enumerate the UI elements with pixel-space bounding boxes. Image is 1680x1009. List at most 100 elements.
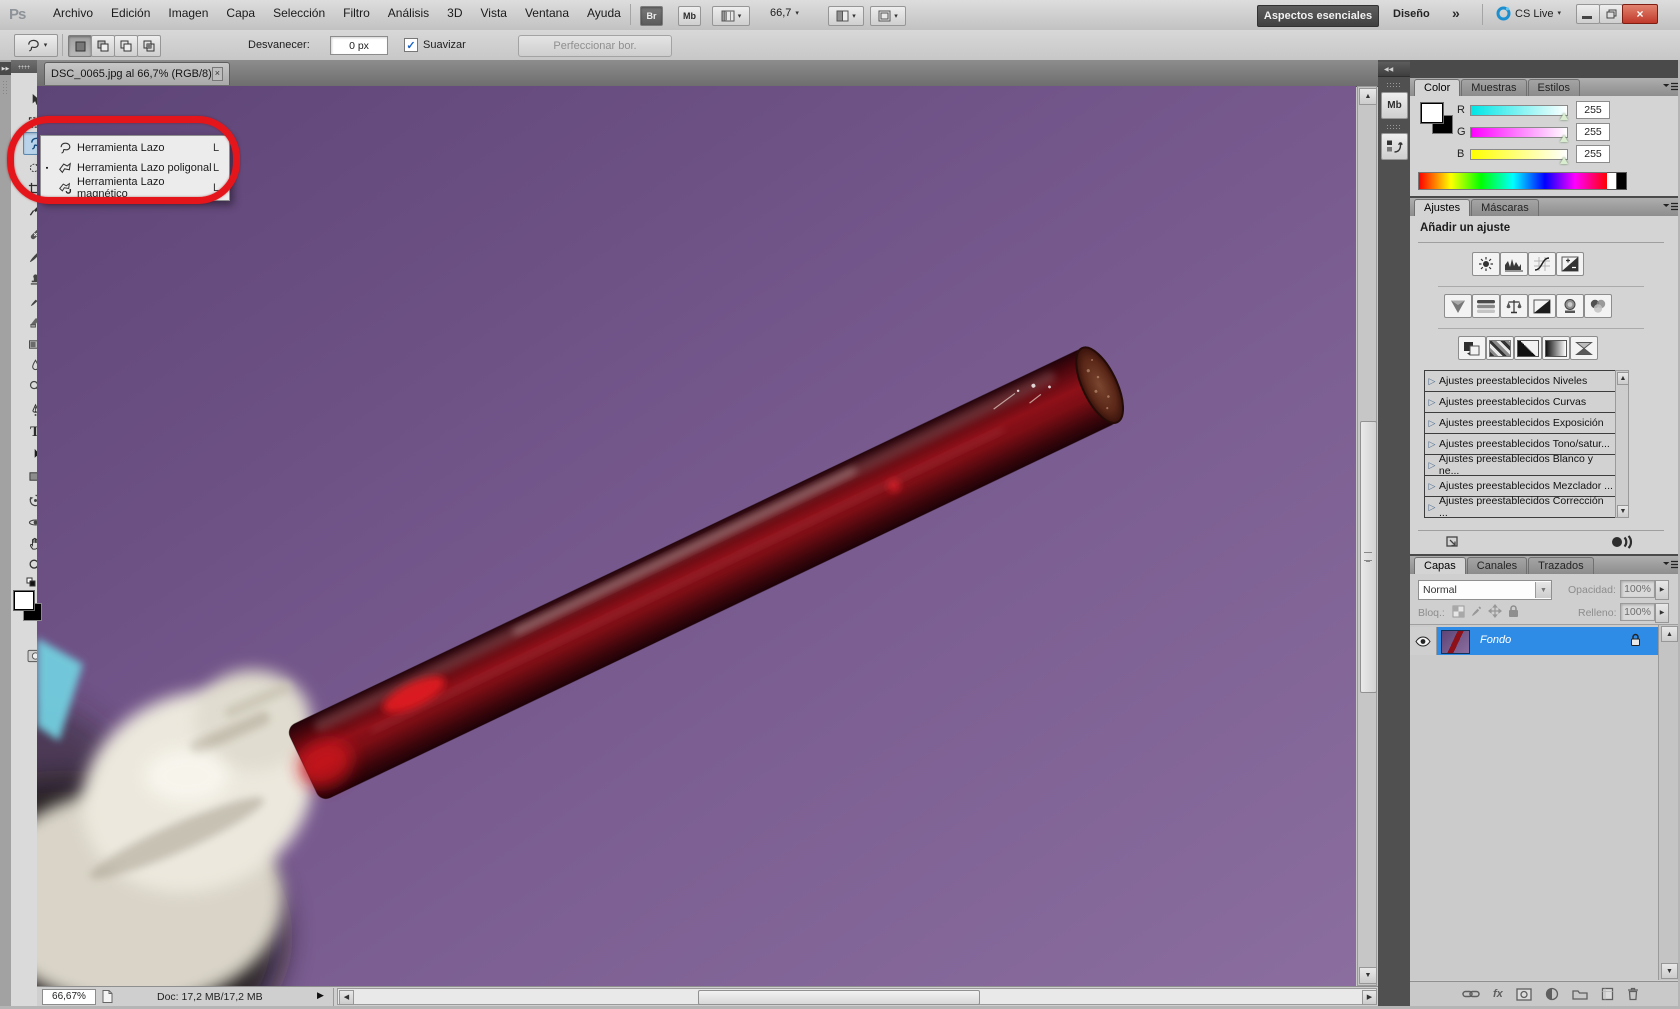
preset-tono[interactable]: ▷ Ajustes preestablecidos Tono/satur... bbox=[1425, 434, 1615, 455]
tab-estilos[interactable]: Estilos bbox=[1527, 79, 1580, 96]
selection-mode-intersect[interactable] bbox=[137, 35, 161, 57]
adjustment-selective-color[interactable] bbox=[1570, 336, 1598, 360]
expander-icon[interactable]: ▷ bbox=[1425, 376, 1439, 387]
tab-canales[interactable]: Canales bbox=[1466, 557, 1528, 574]
channel-b-slider-thumb[interactable] bbox=[1560, 157, 1568, 164]
channel-r-slider[interactable] bbox=[1470, 105, 1568, 116]
channel-b-value[interactable]: 255 bbox=[1576, 145, 1610, 163]
expander-icon[interactable]: ▷ bbox=[1425, 439, 1439, 450]
status-flyout-arrow[interactable]: ▶ bbox=[317, 990, 324, 1001]
panel-menu-icon[interactable] bbox=[1663, 560, 1678, 570]
channel-r-slider-thumb[interactable] bbox=[1560, 113, 1568, 120]
tab-capas[interactable]: Capas bbox=[1414, 557, 1466, 574]
layer-thumbnail[interactable] bbox=[1441, 630, 1470, 654]
screen-mode-button[interactable]: ▾ bbox=[870, 6, 906, 26]
workspace-secondary-button[interactable]: Diseño bbox=[1393, 8, 1430, 20]
presets-scrollbar[interactable]: ▲ ▼ bbox=[1615, 370, 1629, 518]
zoom-level-control[interactable]: 66,7 ▾ bbox=[770, 7, 799, 19]
menu-analisis[interactable]: Análisis bbox=[379, 5, 438, 21]
selection-mode-add[interactable] bbox=[91, 35, 115, 57]
tool-preset-picker[interactable]: ▾ bbox=[14, 34, 58, 57]
delete-layer-icon[interactable] bbox=[1627, 987, 1639, 1001]
adjustment-threshold[interactable] bbox=[1514, 336, 1542, 360]
foreground-color-swatch[interactable] bbox=[13, 590, 35, 611]
menu-seleccion[interactable]: Selección bbox=[264, 5, 334, 21]
preset-blanco[interactable]: ▷ Ajustes preestablecidos Blanco y ne... bbox=[1425, 453, 1615, 477]
preset-mezclador[interactable]: ▷ Ajustes preestablecidos Mezclador ... bbox=[1425, 476, 1615, 497]
lock-pixels-icon[interactable] bbox=[1470, 604, 1484, 618]
mini-bridge-panel-button[interactable]: Mb bbox=[1381, 92, 1408, 119]
adjustment-brightness-contrast[interactable] bbox=[1472, 252, 1500, 276]
vscroll-thumb[interactable] bbox=[1360, 421, 1377, 693]
scroll-up-button[interactable]: ▲ bbox=[1359, 88, 1377, 105]
restore-button[interactable] bbox=[1599, 4, 1623, 24]
preset-exposicion[interactable]: ▷ Ajustes preestablecidos Exposición bbox=[1425, 413, 1615, 434]
expander-icon[interactable]: ▷ bbox=[1425, 481, 1439, 492]
panel-menu-icon[interactable] bbox=[1663, 82, 1678, 92]
tab-close-button[interactable]: × bbox=[211, 67, 223, 81]
spectrum-black-swatch[interactable] bbox=[1617, 172, 1627, 190]
adjustment-hue-saturation[interactable] bbox=[1472, 294, 1500, 318]
lock-position-icon[interactable] bbox=[1488, 604, 1502, 618]
cs-live-button[interactable]: CS Live ▾ bbox=[1496, 6, 1561, 21]
launch-mini-bridge-button[interactable]: Mb bbox=[678, 6, 701, 26]
panel-menu-icon[interactable] bbox=[1663, 202, 1678, 212]
menu-3d[interactable]: 3D bbox=[438, 5, 471, 21]
expander-icon[interactable]: ▷ bbox=[1425, 460, 1439, 471]
new-adjustment-layer-icon[interactable] bbox=[1545, 987, 1559, 1001]
menu-capa[interactable]: Capa bbox=[217, 5, 264, 21]
adjustment-levels[interactable] bbox=[1500, 252, 1528, 276]
adjustment-color-balance[interactable] bbox=[1500, 294, 1528, 318]
preset-niveles[interactable]: ▷ Ajustes preestablecidos Niveles bbox=[1425, 371, 1615, 392]
adjustment-vibrance[interactable] bbox=[1444, 294, 1472, 318]
blend-mode-select[interactable]: Normal ▼ bbox=[1418, 580, 1552, 600]
scroll-down-button[interactable]: ▼ bbox=[1617, 505, 1629, 518]
preset-correccion[interactable]: ▷ Ajustes preestablecidos Corrección ... bbox=[1425, 495, 1615, 519]
lock-transparency-icon[interactable] bbox=[1452, 605, 1465, 618]
canvas-image[interactable] bbox=[37, 86, 1356, 986]
link-layers-icon[interactable] bbox=[1462, 989, 1480, 999]
feather-input[interactable]: 0 px bbox=[330, 36, 388, 55]
adjustment-exposure[interactable] bbox=[1556, 252, 1584, 276]
opacity-spinner[interactable]: ▶ bbox=[1655, 580, 1669, 600]
minimize-button[interactable] bbox=[1576, 4, 1600, 24]
selection-mode-subtract[interactable] bbox=[114, 35, 138, 57]
adjustment-black-white[interactable] bbox=[1528, 294, 1556, 318]
clip-to-layer-button[interactable] bbox=[1610, 534, 1634, 555]
menu-vista[interactable]: Vista bbox=[472, 5, 516, 21]
tab-muestras[interactable]: Muestras bbox=[1461, 79, 1527, 96]
close-button[interactable]: × bbox=[1622, 4, 1658, 24]
adjustment-curves[interactable] bbox=[1528, 252, 1556, 276]
adjustment-gradient-map[interactable] bbox=[1542, 336, 1570, 360]
scroll-up-button[interactable]: ▲ bbox=[1617, 372, 1629, 385]
expanded-view-button[interactable] bbox=[1446, 536, 1462, 555]
adjustment-channel-mixer[interactable] bbox=[1584, 294, 1612, 318]
spectrum-white-swatch[interactable] bbox=[1607, 172, 1617, 190]
layer-row-fondo[interactable]: Fondo bbox=[1410, 627, 1658, 655]
tab-color[interactable]: Color bbox=[1414, 79, 1461, 96]
refine-edge-button[interactable]: Perfeccionar bor. bbox=[518, 35, 672, 57]
color-spectrum-ramp[interactable] bbox=[1418, 172, 1608, 190]
scroll-right-button[interactable]: ▶ bbox=[1362, 990, 1377, 1005]
layers-scrollbar[interactable]: ▲ ▼ bbox=[1658, 625, 1679, 980]
tab-ajustes[interactable]: Ajustes bbox=[1414, 199, 1471, 216]
layer-visibility-cell[interactable] bbox=[1410, 627, 1437, 655]
adjustment-invert[interactable] bbox=[1458, 336, 1486, 360]
canvas-hscrollbar[interactable]: ◀ ▶ bbox=[337, 988, 1377, 1005]
channel-r-value[interactable]: 255 bbox=[1576, 101, 1610, 119]
menu-edicion[interactable]: Edición bbox=[102, 5, 159, 21]
adjustment-photo-filter[interactable] bbox=[1556, 294, 1584, 318]
scroll-down-button[interactable]: ▼ bbox=[1359, 967, 1377, 984]
launch-bridge-button[interactable]: Br bbox=[640, 6, 663, 26]
selection-mode-new[interactable] bbox=[68, 35, 92, 57]
menu-imagen[interactable]: Imagen bbox=[159, 5, 217, 21]
channel-b-slider[interactable] bbox=[1470, 149, 1568, 160]
preset-curvas[interactable]: ▷ Ajustes preestablecidos Curvas bbox=[1425, 392, 1615, 413]
scroll-down-button[interactable]: ▼ bbox=[1661, 963, 1678, 979]
status-page-icon[interactable] bbox=[101, 989, 114, 1004]
opacity-value[interactable]: 100% bbox=[1620, 580, 1655, 598]
tab-mascaras[interactable]: Máscaras bbox=[1471, 199, 1539, 216]
new-layer-icon[interactable] bbox=[1601, 987, 1614, 1001]
new-group-icon[interactable] bbox=[1572, 988, 1588, 1000]
antialias-checkbox[interactable]: ✓ bbox=[404, 38, 418, 52]
